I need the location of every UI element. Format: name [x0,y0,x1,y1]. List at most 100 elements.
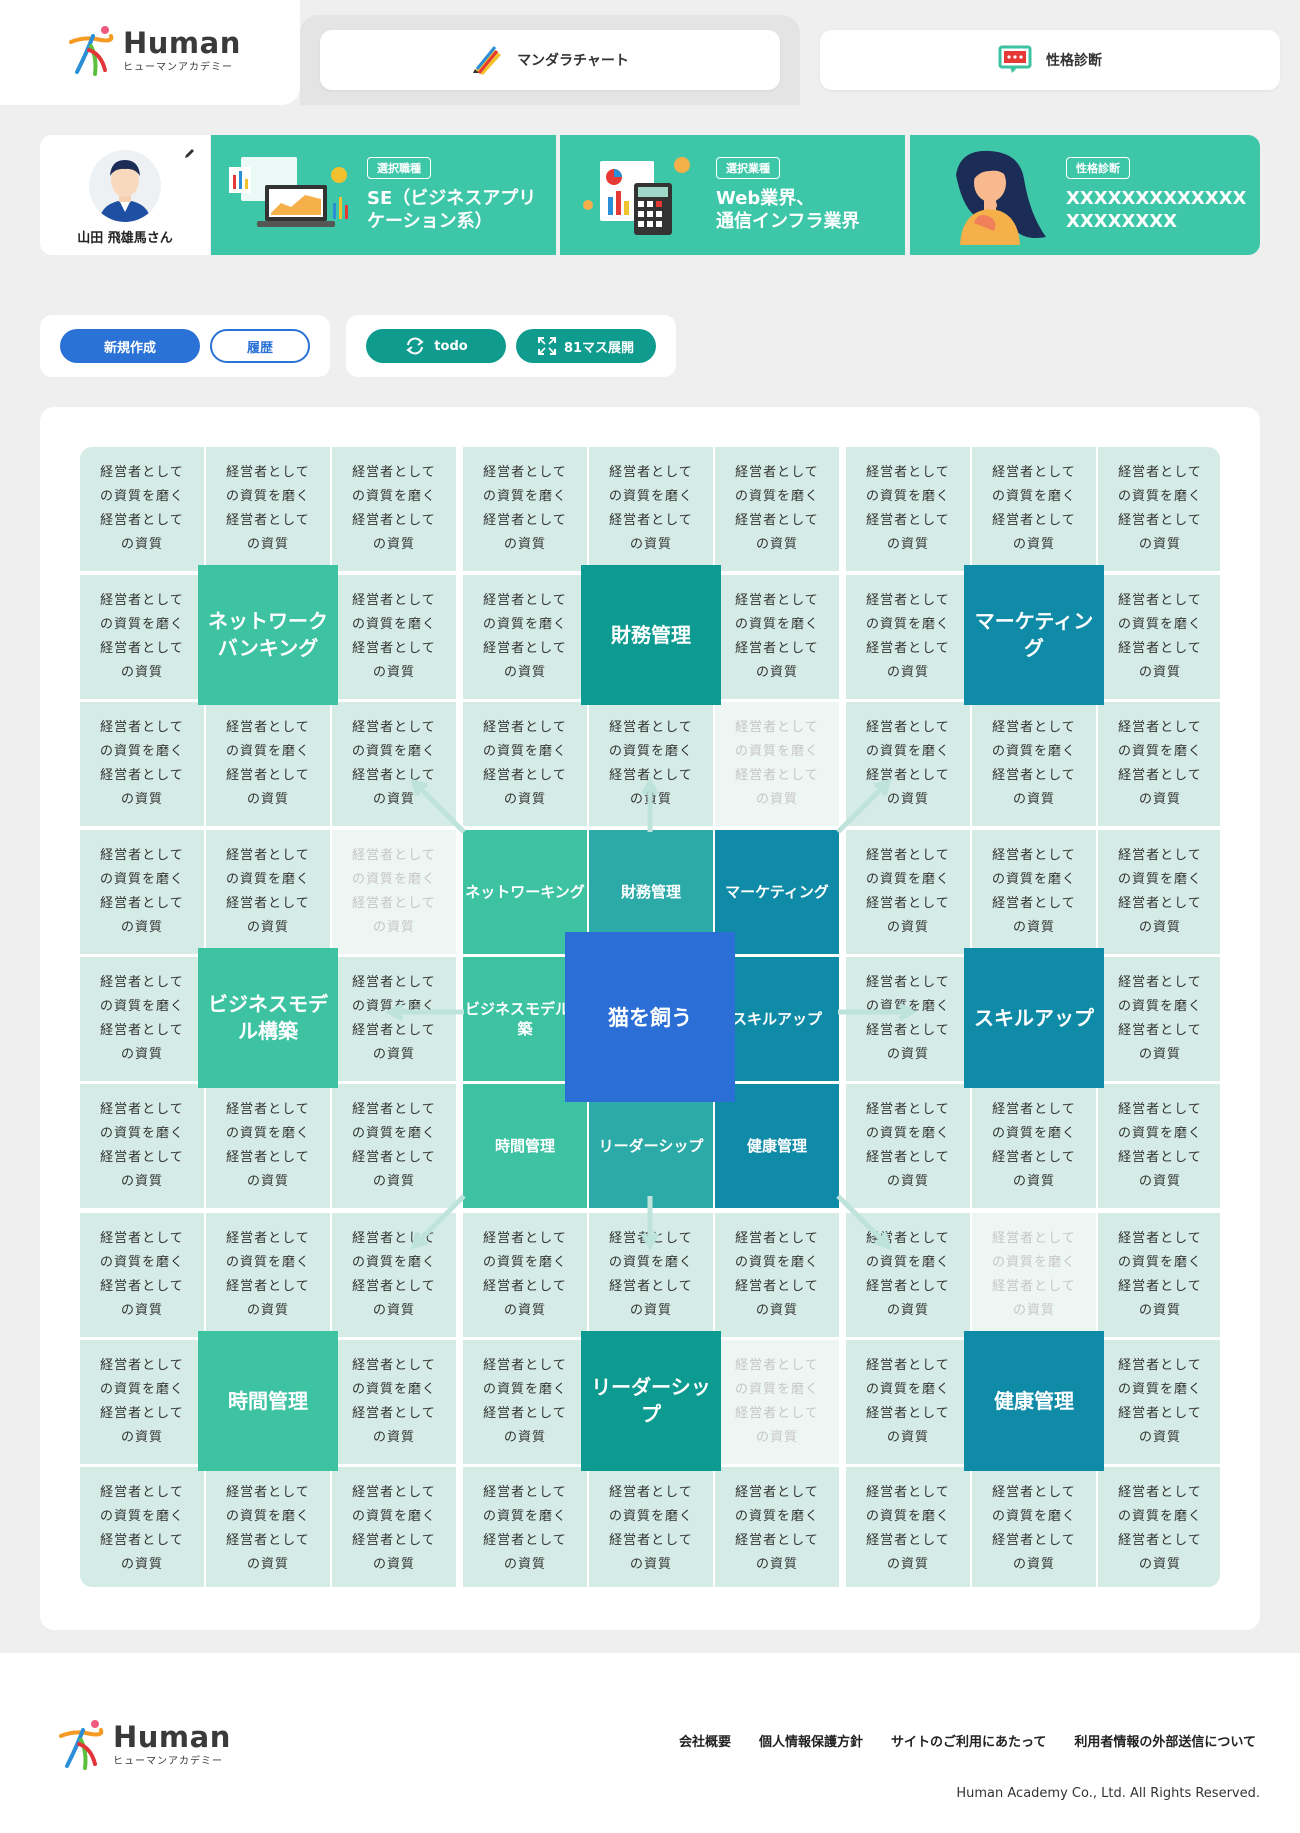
mandala-cell-text: 経営者としての資質を磨く経営者としての資質 [991,465,1076,552]
footer-link-terms[interactable]: サイトのご利用にあたって [891,1731,1046,1750]
goal-tile[interactable]: マーケティング [964,565,1104,705]
mandala-cell[interactable]: 経営者としての資質を磨く経営者としての資質 [846,957,970,1081]
tab-personality-label: 性格診断 [1046,53,1102,69]
mandala-cell[interactable]: 経営者としての資質を磨く経営者としての資質 [846,830,970,954]
mandala-cell[interactable]: 経営者としての資質を磨く経営者としての資質 [463,702,587,826]
avatar [89,150,161,222]
mandala-cell[interactable]: 経営者としての資質を磨く経営者としての資質 [589,1213,713,1337]
mandala-cell[interactable]: 経営者としての資質を磨く経営者としての資質 [715,702,839,826]
personality-card[interactable]: 性格診断 XXXXXXXXXXXXX XXXXXXXX [910,135,1260,255]
footer-link-external[interactable]: 利用者情報の外部送信について [1074,1731,1256,1750]
goal-tile[interactable]: 財務管理 [581,565,721,705]
mandala-cell[interactable]: 経営者としての資質を磨く経営者としての資質 [846,702,970,826]
mandala-cell[interactable]: 経営者としての資質を磨く経営者としての資質 [463,575,587,699]
mandala-cell[interactable]: 経営者としての資質を磨く経営者としての資質 [846,447,970,571]
tab-mandala-chart[interactable]: マンダラチャート [320,30,780,90]
mandala-cell[interactable]: 経営者としての資質を磨く経営者としての資質 [1098,830,1220,954]
mandala-cell[interactable]: 経営者としての資質を磨く経営者としての資質 [1098,1467,1220,1587]
mandala-cell[interactable]: 経営者としての資質を磨く経営者としての資質 [589,1467,713,1587]
mandala-cell[interactable]: 経営者としての資質を磨く経営者としての資質 [332,575,456,699]
mandala-cell[interactable]: 経営者としての資質を磨く経営者としての資質 [1098,447,1220,571]
mandala-cell[interactable]: 経営者としての資質を磨く経営者としての資質 [1098,957,1220,1081]
mandala-cell[interactable]: 経営者としての資質を磨く経営者としての資質 [206,830,330,954]
mandala-cell[interactable]: 経営者としての資質を磨く経営者としての資質 [715,575,839,699]
inner-goal-cell[interactable]: 健康管理 [715,1084,839,1208]
mandala-cell[interactable]: 経営者としての資質を磨く経営者としての資質 [206,1084,330,1208]
goal-tile[interactable]: リーダーシップ [581,1331,721,1471]
mandala-cell[interactable]: 経営者としての資質を磨く経営者としての資質 [332,1213,456,1337]
mandala-cell[interactable]: 経営者としての資質を磨く経営者としての資質 [206,702,330,826]
edit-profile-button[interactable] [180,143,200,163]
mandala-cell[interactable]: 経営者としての資質を磨く経営者としての資質 [1098,1213,1220,1337]
mandala-cell[interactable]: 経営者としての資質を磨く経営者としての資質 [972,830,1096,954]
mandala-cell[interactable]: 経営者としての資質を磨く経営者としての資質 [1098,1084,1220,1208]
mandala-cell[interactable]: 経営者としての資質を磨く経営者としての資質 [80,702,204,826]
mandala-cell[interactable]: 経営者としての資質を磨く経営者としての資質 [846,1467,970,1587]
mandala-cell[interactable]: 経営者としての資質を磨く経営者としての資質 [80,1084,204,1208]
mandala-cell[interactable]: 経営者としての資質を磨く経営者としての資質 [332,1467,456,1587]
mandala-cell[interactable]: 経営者としての資質を磨く経営者としての資質 [589,702,713,826]
mandala-cell[interactable]: 経営者としての資質を磨く経営者としての資質 [80,1340,204,1464]
industry-card[interactable]: 選択業種 Web業界、 通信インフラ業界 [560,135,905,255]
mandala-cell[interactable]: 経営者としての資質を磨く経営者としての資質 [463,1340,587,1464]
job-type-card[interactable]: 選択職種 SE（ビジネスアプリ ケーション系） [211,135,556,255]
mandala-cell[interactable]: 経営者としての資質を磨く経営者としての資質 [715,1467,839,1587]
mandala-cell[interactable]: 経営者としての資質を磨く経営者としての資質 [715,1340,839,1464]
history-button[interactable]: 履歴 [210,329,310,363]
mandala-cell[interactable]: 経営者としての資質を磨く経営者としての資質 [715,1213,839,1337]
mandala-cell[interactable]: 経営者としての資質を磨く経営者としての資質 [206,1467,330,1587]
mandala-cell[interactable]: 経営者としての資質を磨く経営者としての資質 [332,702,456,826]
mandala-cell[interactable]: 経営者としての資質を磨く経営者としての資質 [589,447,713,571]
goal-tile[interactable]: スキルアップ [964,948,1104,1088]
expand-81-button[interactable]: 81マス展開 [516,329,656,363]
goal-tile[interactable]: 時間管理 [198,1331,338,1471]
mandala-cell[interactable]: 経営者としての資質を磨く経営者としての資質 [1098,1340,1220,1464]
mandala-cell-text: 経営者としての資質を磨く経営者としての資質 [351,975,436,1062]
center-goal[interactable]: 猫を飼う [565,932,735,1102]
todo-button[interactable]: todo [366,329,506,363]
mandala-cell[interactable]: 経営者としての資質を磨く経営者としての資質 [80,1213,204,1337]
mandala-cell[interactable]: 経営者としての資質を磨く経営者としての資質 [80,830,204,954]
tab-personality[interactable]: 性格診断 [820,30,1280,90]
mandala-cell[interactable]: 経営者としての資質を磨く経営者としての資質 [80,447,204,571]
mandala-cell[interactable]: 経営者としての資質を磨く経営者としての資質 [463,447,587,571]
mandala-cell[interactable]: 経営者としての資質を磨く経営者としての資質 [715,447,839,571]
goal-tile[interactable]: ネットワークバンキング [198,565,338,705]
mandala-cell-text: 経営者としての資質を磨く経営者としての資質 [351,465,436,552]
mandala-cell[interactable]: 経営者としての資質を磨く経営者としての資質 [1098,702,1220,826]
mandala-cell[interactable]: 経営者としての資質を磨く経営者としての資質 [972,702,1096,826]
mandala-cell[interactable]: 経営者としての資質を磨く経営者としての資質 [846,575,970,699]
mandala-cell[interactable]: 経営者としての資質を磨く経営者としての資質 [1098,575,1220,699]
mandala-cell[interactable]: 経営者としての資質を磨く経営者としての資質 [332,830,456,954]
mandala-cell[interactable]: 経営者としての資質を磨く経営者としての資質 [972,1467,1096,1587]
mandala-cell[interactable]: 経営者としての資質を磨く経営者としての資質 [206,1213,330,1337]
mandala-cell[interactable]: 経営者としての資質を磨く経営者としての資質 [846,1340,970,1464]
mandala-cell[interactable]: 経営者としての資質を磨く経営者としての資質 [463,1213,587,1337]
goal-tile[interactable]: 健康管理 [964,1331,1104,1471]
mandala-cell[interactable]: 経営者としての資質を磨く経営者としての資質 [972,1213,1096,1337]
goal-tile[interactable]: ビジネスモデル構築 [198,948,338,1088]
mandala-cell[interactable]: 経営者としての資質を磨く経営者としての資質 [332,447,456,571]
brand-logo[interactable]: Human ヒューマンアカデミー [65,22,241,78]
footer-links: 会社概要 個人情報保護方針 サイトのご利用にあたって 利用者情報の外部送信につい… [679,1731,1256,1750]
footer-logo[interactable]: Human ヒューマンアカデミー [55,1716,231,1772]
mandala-cell[interactable]: 経営者としての資質を磨く経営者としての資質 [80,575,204,699]
new-chart-button[interactable]: 新規作成 [60,329,200,363]
mandala-cell[interactable]: 経営者としての資質を磨く経営者としての資質 [972,447,1096,571]
footer-link-company[interactable]: 会社概要 [679,1731,731,1750]
mandala-cell[interactable]: 経営者としての資質を磨く経営者としての資質 [846,1213,970,1337]
inner-goal-cell[interactable]: 時間管理 [463,1084,587,1208]
mandala-cell[interactable]: 経営者としての資質を磨く経営者としての資質 [332,957,456,1081]
mandala-cell[interactable]: 経営者としての資質を磨く経営者としての資質 [463,1467,587,1587]
mandala-cell[interactable]: 経営者としての資質を磨く経営者としての資質 [80,1467,204,1587]
mandala-cell[interactable]: 経営者としての資質を磨く経営者としての資質 [206,447,330,571]
footer-link-privacy[interactable]: 個人情報保護方針 [759,1731,863,1750]
mandala-cell[interactable]: 経営者としての資質を磨く経営者としての資質 [846,1084,970,1208]
mandala-cell[interactable]: 経営者としての資質を磨く経営者としての資質 [332,1340,456,1464]
mandala-cell[interactable]: 経営者としての資質を磨く経営者としての資質 [972,1084,1096,1208]
inner-goal-cell[interactable]: リーダーシップ [589,1084,713,1208]
mandala-cell[interactable]: 経営者としての資質を磨く経営者としての資質 [332,1084,456,1208]
mandala-cell-text: 経営者としての資質を磨く経営者としての資質 [99,1358,184,1445]
mandala-cell[interactable]: 経営者としての資質を磨く経営者としての資質 [80,957,204,1081]
expand-icon [537,337,556,355]
